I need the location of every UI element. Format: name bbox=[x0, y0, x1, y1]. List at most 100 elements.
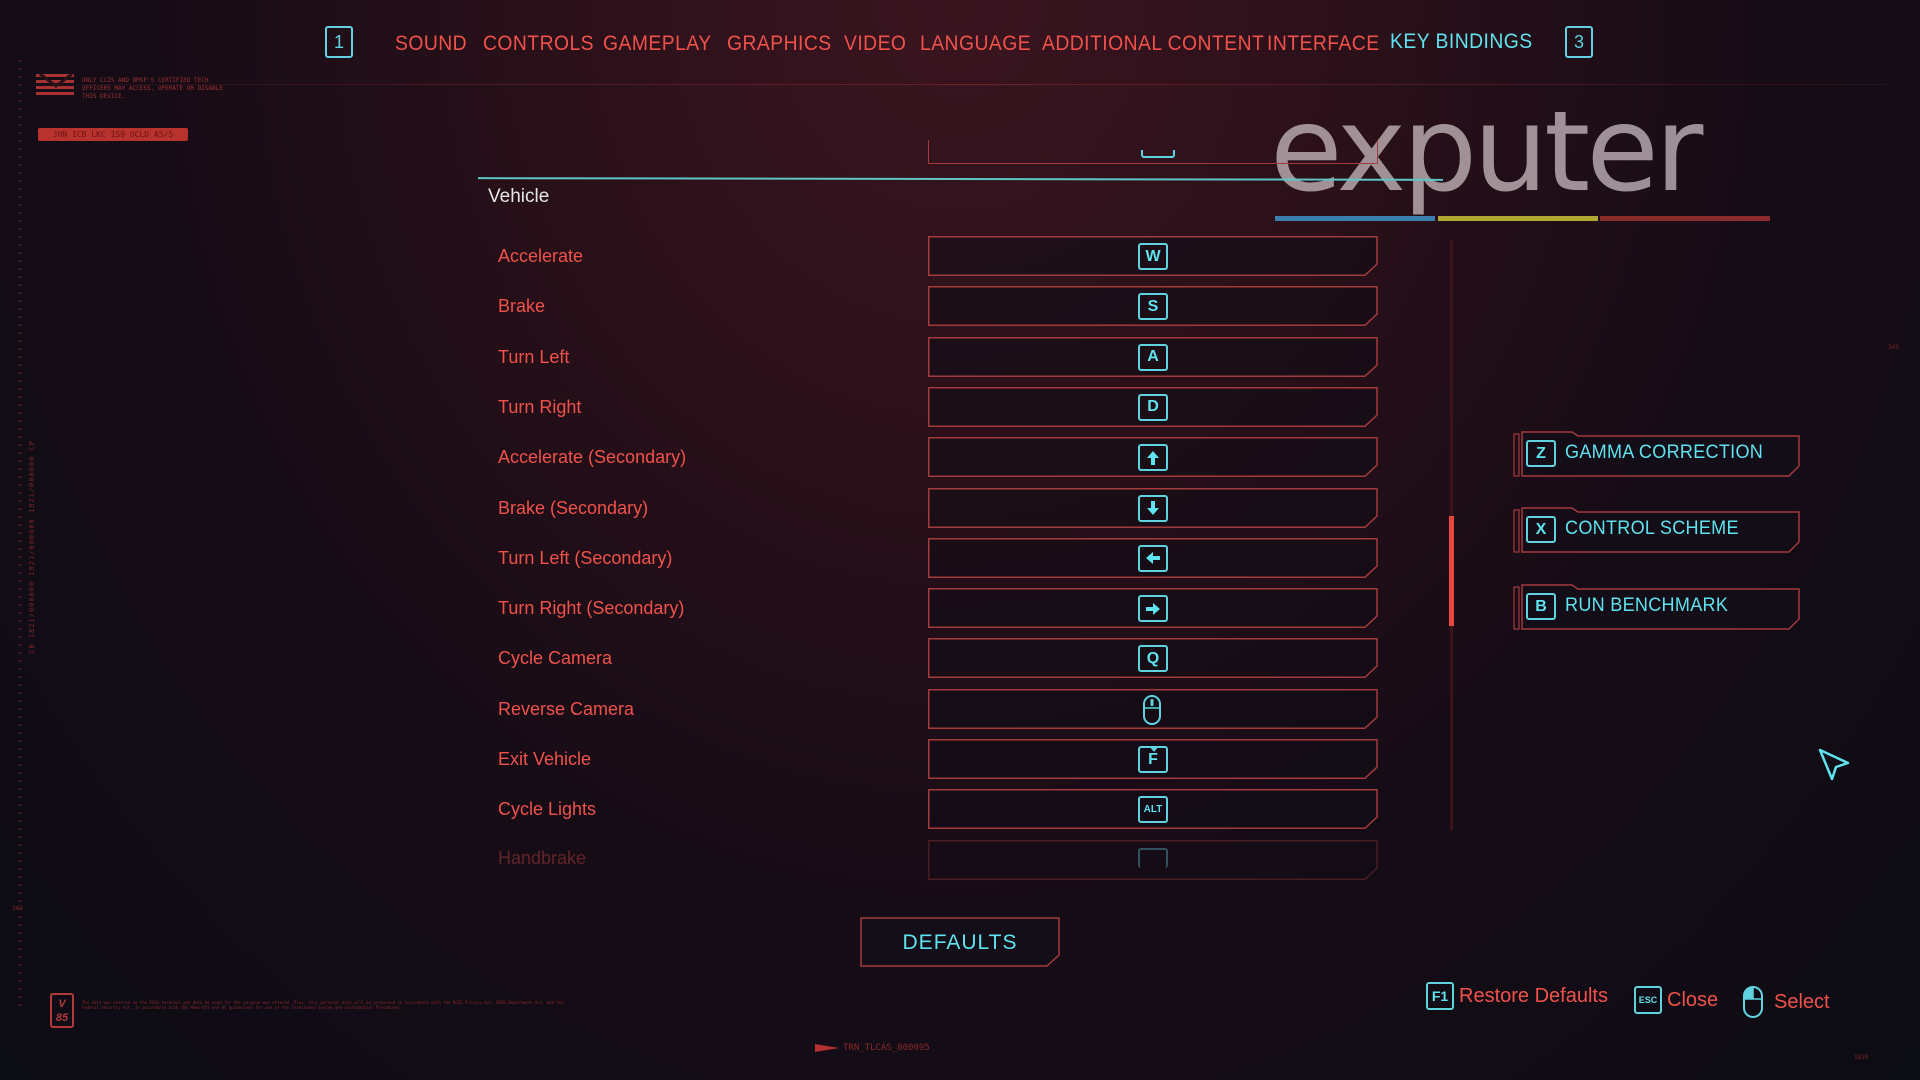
restore-defaults-hint[interactable]: F1 Restore Defaults bbox=[1426, 980, 1608, 1012]
mouse-middle-button-icon bbox=[1142, 694, 1162, 730]
mouse-left-click-icon bbox=[1743, 986, 1763, 1018]
key-w-icon: W bbox=[1138, 243, 1168, 270]
tab-gameplay[interactable]: GAMEPLAY bbox=[603, 32, 712, 56]
key-binding-field[interactable]: D bbox=[928, 386, 1378, 427]
f1-key-icon: F1 bbox=[1426, 982, 1454, 1010]
key-binding-field[interactable] bbox=[928, 839, 1378, 880]
binding-action-label: Turn Right (Secondary) bbox=[498, 598, 685, 619]
binding-action-label: Turn Left bbox=[498, 346, 570, 367]
binding-action-label: Cycle Lights bbox=[498, 799, 597, 820]
trn-code-text: TRN_TLCAS_800095 bbox=[843, 1043, 930, 1053]
tab-key-bindings[interactable]: KEY BINDINGS bbox=[1390, 30, 1533, 54]
control-scheme-button[interactable]: X CONTROL SCHEME bbox=[1512, 506, 1802, 554]
binding-row-exit-vehicle: Exit Vehicle F bbox=[0, 739, 1400, 781]
key-binding-field[interactable]: S bbox=[928, 286, 1378, 327]
arrow-right-icon bbox=[1138, 595, 1168, 623]
key-x-icon: X bbox=[1526, 516, 1556, 543]
prev-tab-key-hint[interactable]: 1 bbox=[325, 26, 353, 58]
close-label: Close bbox=[1667, 988, 1719, 1011]
binding-action-label: Reverse Camera bbox=[498, 698, 635, 719]
binding-action-label: Turn Right bbox=[498, 396, 582, 417]
key-binding-field[interactable] bbox=[928, 437, 1378, 478]
binding-action-label: Brake (Secondary) bbox=[498, 497, 649, 518]
binding-row-turn-right-secondary: Turn Right (Secondary) bbox=[0, 588, 1400, 630]
key-f-icon: F bbox=[1138, 746, 1168, 773]
gamma-correction-label: GAMMA CORRECTION bbox=[1565, 442, 1764, 463]
binding-row-turn-left: Turn Left A bbox=[0, 336, 1400, 379]
binding-action-label: Accelerate bbox=[498, 246, 584, 266]
key-a-icon: A bbox=[1138, 343, 1168, 371]
key-binding-field[interactable] bbox=[928, 588, 1378, 629]
arrow-up-icon bbox=[1138, 444, 1168, 472]
hold-indicator-icon bbox=[1149, 746, 1159, 752]
version-badge: V 85 bbox=[50, 993, 74, 1028]
watermark-text: exputer bbox=[1270, 112, 1704, 218]
binding-row-brake-secondary: Brake (Secondary) bbox=[0, 487, 1400, 530]
tab-additional-content[interactable]: ADDITIONAL CONTENT bbox=[1042, 32, 1264, 56]
key-alt-icon: ALT bbox=[1138, 796, 1168, 824]
corner-code-left: 343 bbox=[12, 905, 23, 912]
tab-sound[interactable]: SOUND bbox=[395, 32, 467, 56]
binding-row-turn-right: Turn Right D bbox=[0, 386, 1400, 429]
key-icon-partial bbox=[1138, 847, 1168, 868]
arrow-down-icon bbox=[1138, 494, 1168, 522]
binding-action-label: Cycle Camera bbox=[498, 648, 613, 669]
binding-row-accelerate: Accelerate W bbox=[0, 236, 1400, 278]
close-hint[interactable]: ESC Close bbox=[1634, 984, 1718, 1016]
tab-controls[interactable]: CONTROLS bbox=[483, 32, 594, 56]
select-label: Select bbox=[1774, 990, 1830, 1013]
binding-row-accelerate-secondary: Accelerate (Secondary) bbox=[0, 437, 1400, 479]
esc-key-icon: ESC bbox=[1634, 986, 1662, 1014]
trn-arrow-icon bbox=[815, 1044, 839, 1052]
binding-action-label: Turn Left (Secondary) bbox=[498, 547, 673, 568]
gamma-correction-button[interactable]: Z GAMMA CORRECTION bbox=[1512, 430, 1802, 478]
key-binding-field[interactable]: F bbox=[928, 739, 1378, 779]
binding-action-label: Exit Vehicle bbox=[498, 749, 592, 769]
corner-code-right: 343 bbox=[1888, 344, 1899, 351]
tab-video[interactable]: VIDEO bbox=[844, 32, 906, 56]
binding-row-handbrake: Handbrake bbox=[0, 839, 1400, 882]
key-binding-field[interactable]: ALT bbox=[928, 789, 1378, 830]
tab-graphics[interactable]: GRAPHICS bbox=[727, 32, 832, 56]
exputer-watermark-logo: exputer bbox=[1270, 112, 1770, 221]
protocol-id-bar: JHN 1CB LKC 159 OCLD A5/5 bbox=[38, 128, 188, 141]
key-binding-field[interactable] bbox=[928, 487, 1378, 528]
binding-action-label: Brake bbox=[498, 296, 546, 317]
tab-interface[interactable]: INTERFACE bbox=[1267, 32, 1380, 56]
key-z-icon: Z bbox=[1526, 440, 1556, 467]
binding-row-cycle-camera: Cycle Camera Q bbox=[0, 638, 1400, 680]
defaults-button-label: DEFAULTS bbox=[902, 931, 1018, 954]
run-benchmark-label: RUN BENCHMARK bbox=[1565, 595, 1729, 616]
section-divider bbox=[477, 177, 1444, 181]
next-tab-key-hint[interactable]: 3 bbox=[1565, 26, 1593, 58]
key-binding-field[interactable]: Q bbox=[928, 638, 1378, 679]
defaults-button[interactable]: DEFAULTS bbox=[860, 917, 1060, 967]
corner-code-bottom-right: 1820 bbox=[1854, 1054, 1869, 1061]
legal-disclaimer-text: The data was entered on the DCES termina… bbox=[82, 1000, 564, 1010]
mouse-cursor-icon bbox=[1818, 748, 1850, 781]
section-title-vehicle: Vehicle bbox=[488, 186, 550, 207]
key-binding-field[interactable]: A bbox=[928, 336, 1378, 377]
select-hint[interactable]: Select bbox=[1742, 986, 1830, 1018]
restore-defaults-label: Restore Defaults bbox=[1459, 984, 1608, 1007]
key-binding-field[interactable] bbox=[928, 537, 1378, 578]
binding-action-label: Accelerate (Secondary) bbox=[498, 447, 687, 468]
partial-binding-row-above bbox=[928, 140, 1378, 164]
key-d-icon: D bbox=[1138, 393, 1168, 421]
tab-language[interactable]: LANGUAGE bbox=[920, 32, 1031, 56]
control-scheme-label: CONTROL SCHEME bbox=[1565, 518, 1739, 539]
binding-action-label: Handbrake bbox=[498, 847, 587, 868]
key-s-icon: S bbox=[1138, 293, 1168, 321]
top-tab-bar: 1 SOUND CONTROLS GAMEPLAY GRAPHICS VIDEO… bbox=[0, 22, 1920, 72]
scrollbar-thumb[interactable] bbox=[1449, 516, 1454, 626]
binding-row-brake: Brake S bbox=[0, 286, 1400, 328]
protocol-logo-icon bbox=[36, 72, 74, 95]
run-benchmark-button[interactable]: B RUN BENCHMARK bbox=[1512, 583, 1802, 631]
binding-row-reverse-camera: Reverse Camera bbox=[0, 688, 1400, 731]
key-q-icon: Q bbox=[1138, 645, 1168, 673]
header-divider bbox=[40, 84, 1890, 85]
binding-row-cycle-lights: Cycle Lights ALT bbox=[0, 789, 1400, 831]
key-binding-field[interactable]: W bbox=[928, 236, 1378, 276]
key-binding-field[interactable] bbox=[928, 688, 1378, 730]
key-b-icon: B bbox=[1526, 593, 1556, 620]
